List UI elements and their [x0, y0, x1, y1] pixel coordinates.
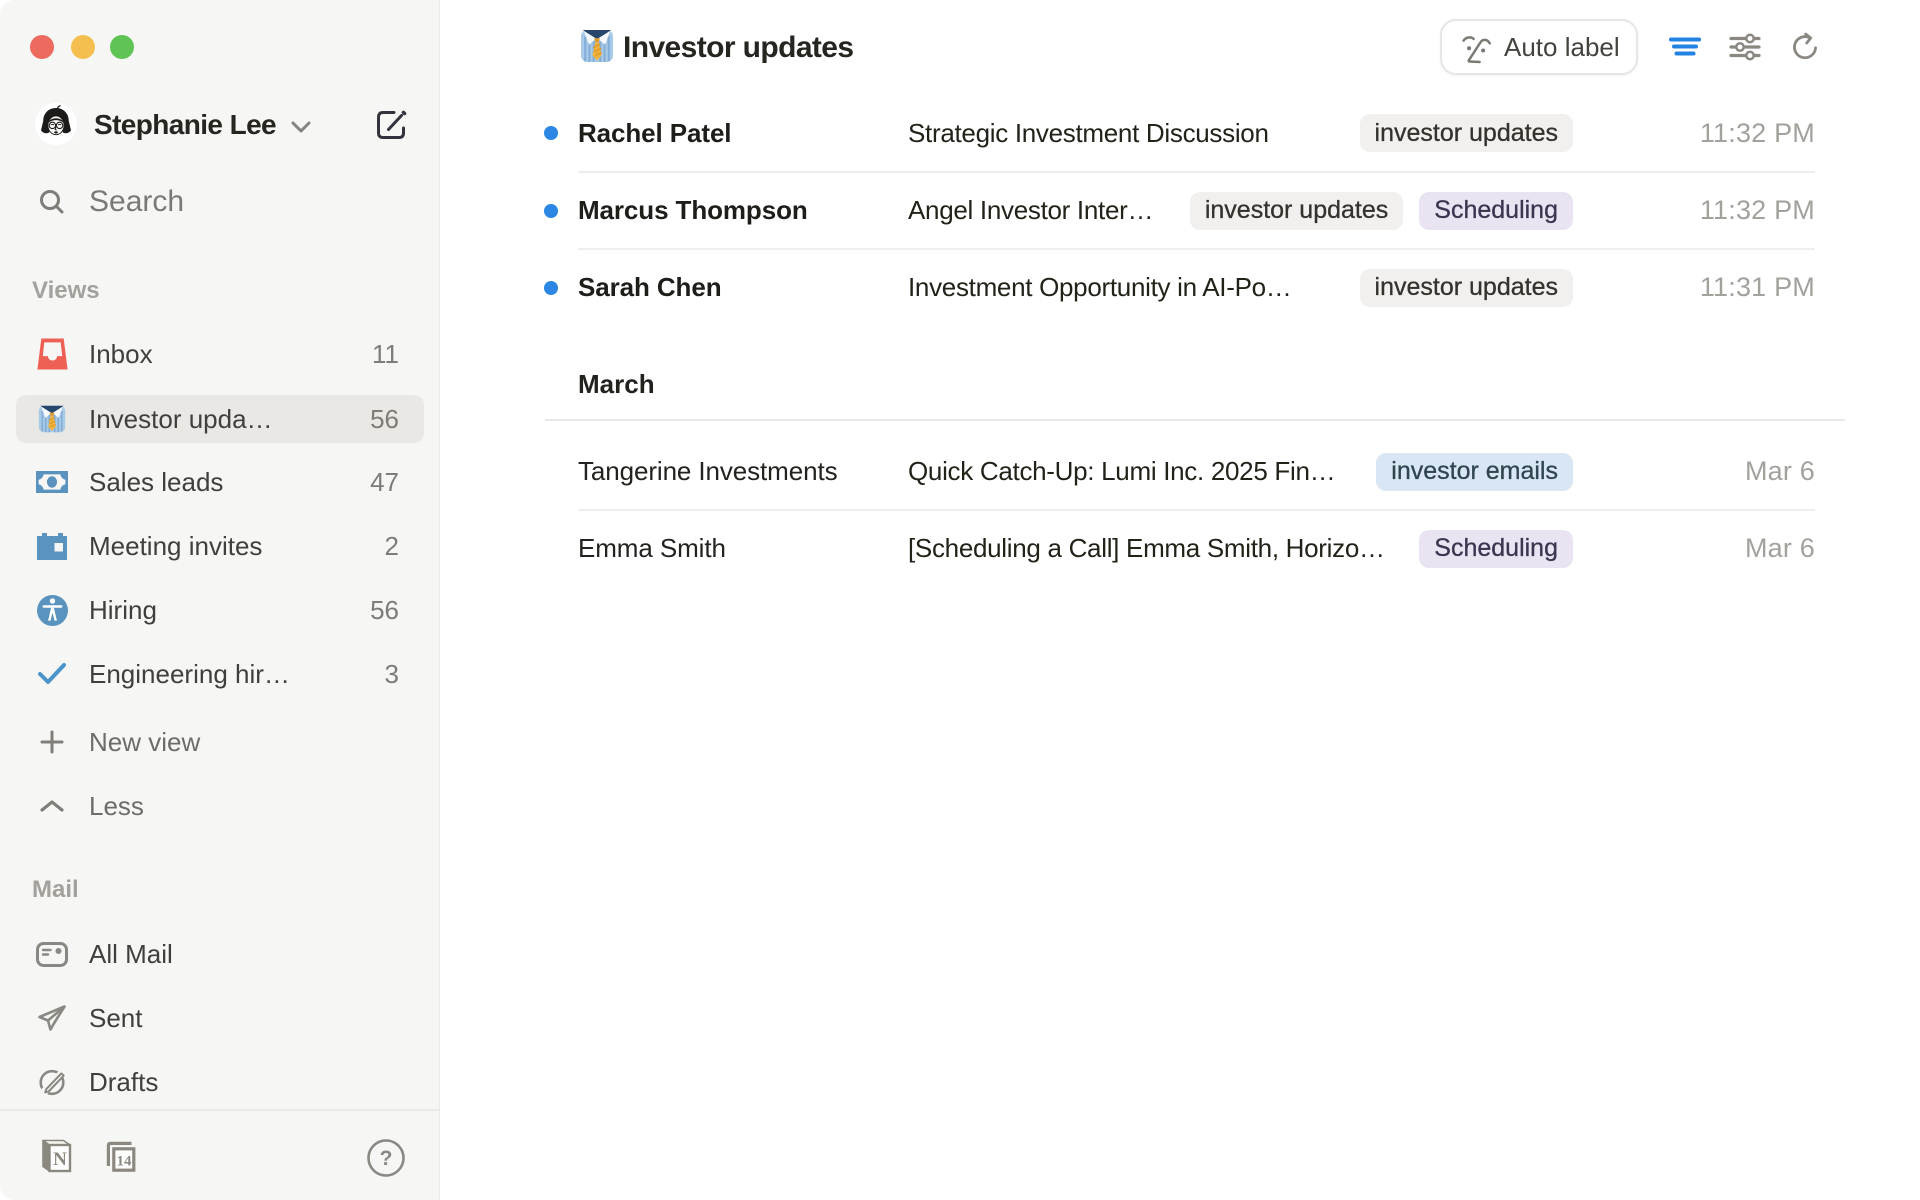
svg-text:14: 14 — [117, 1154, 133, 1170]
svg-text:N: N — [53, 1149, 67, 1170]
svg-text:?: ? — [380, 1147, 393, 1170]
